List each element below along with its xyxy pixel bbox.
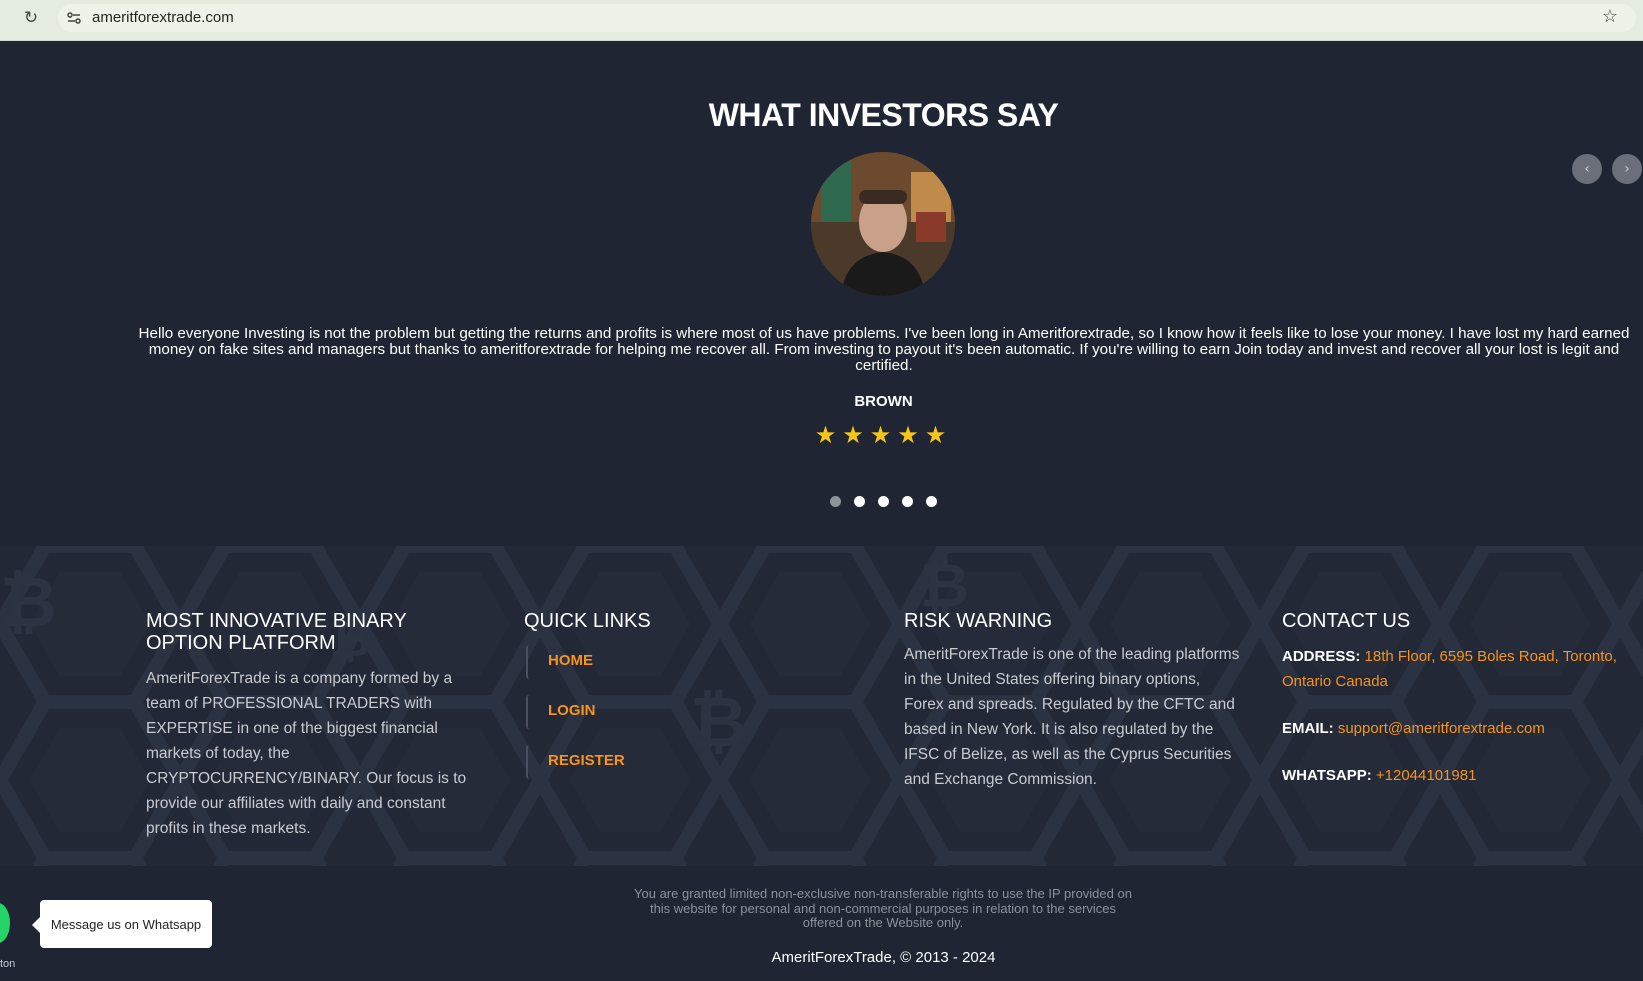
site-settings-icon[interactable] xyxy=(66,10,82,26)
reload-icon[interactable]: ↻ xyxy=(20,7,42,29)
carousel-prev-button[interactable]: ‹ xyxy=(1572,154,1602,184)
footer-link-home[interactable]: HOME xyxy=(526,645,824,679)
whatsapp-label: WHATSAPP: xyxy=(1282,767,1372,784)
footer-contact-column: CONTACT US ADDRESS: 18th Floor, 6595 Bol… xyxy=(1282,610,1632,788)
bookmark-star-icon[interactable]: ☆ xyxy=(1602,6,1618,27)
carousel-dot[interactable] xyxy=(926,496,937,507)
contact-address: ADDRESS: 18th Floor, 6595 Boles Road, To… xyxy=(1282,644,1632,694)
email-link[interactable]: support@ameritforextrade.com xyxy=(1338,720,1545,737)
email-label: EMAIL: xyxy=(1282,720,1334,737)
contact-whatsapp: WHATSAPP: +12044101981 xyxy=(1282,763,1632,788)
risk-heading: RISK WARNING xyxy=(904,610,1053,632)
footer-link-login[interactable]: LOGIN xyxy=(526,695,824,729)
quick-links-list: HOME LOGIN REGISTER xyxy=(524,645,824,779)
carousel-dot[interactable] xyxy=(902,496,913,507)
footer: ₿ ₿ ₿ ₿ MOST INNOVATIVE BINARY OPTION PL… xyxy=(0,546,1643,866)
about-text: AmeritForexTrade is a company formed by … xyxy=(146,670,467,837)
risk-text: AmeritForexTrade is one of the leading p… xyxy=(904,646,1240,788)
whatsapp-message-bubble[interactable]: Message us on Whatsapp xyxy=(32,900,212,948)
footer-risk-column: RISK WARNING AmeritForexTrade is one of … xyxy=(904,610,1244,792)
whatsapp-link[interactable]: +12044101981 xyxy=(1376,767,1477,784)
carousel-dot[interactable] xyxy=(830,496,841,507)
footer-bottom-bar: You are granted limited non-exclusive no… xyxy=(0,866,1643,981)
footer-link-register[interactable]: REGISTER xyxy=(526,745,824,779)
legal-disclaimer: You are granted limited non-exclusive no… xyxy=(634,886,1132,930)
quick-links-heading: QUICK LINKS xyxy=(524,610,651,632)
section-title: WHAT INVESTORS SAY xyxy=(708,97,1059,133)
testimonial-quote: Hello everyone Investing is not the prob… xyxy=(138,325,1630,374)
carousel-pagination xyxy=(0,496,1643,507)
investor-avatar xyxy=(811,152,955,296)
footer-about-column: MOST INNOVATIVE BINARY OPTION PLATFORM A… xyxy=(146,610,486,841)
address-bar[interactable]: ameritforextrade.com ☆ xyxy=(58,4,1636,32)
carousel-dot[interactable] xyxy=(878,496,889,507)
contact-heading: CONTACT US xyxy=(1282,610,1411,632)
address-label: ADDRESS: xyxy=(1282,648,1361,665)
carousel-next-button[interactable]: › xyxy=(1612,154,1642,184)
testimonial-author: BROWN xyxy=(854,393,913,410)
rating-stars: ★★★★★ xyxy=(814,421,953,449)
whatsapp-widget-caption: ton xyxy=(0,958,16,970)
about-heading: MOST INNOVATIVE BINARY OPTION PLATFORM xyxy=(146,610,407,654)
url-text[interactable]: ameritforextrade.com xyxy=(92,9,234,26)
footer-quick-links-column: QUICK LINKS HOME LOGIN REGISTER xyxy=(524,610,824,779)
copyright: AmeritForexTrade, © 2013 - 2024 xyxy=(771,949,996,966)
contact-email: EMAIL: support@ameritforextrade.com xyxy=(1282,716,1632,741)
carousel-dot[interactable] xyxy=(854,496,865,507)
testimonial-section: WHAT INVESTORS SAY ‹ › Hello everyone In… xyxy=(0,41,1643,546)
svg-text:₿: ₿ xyxy=(0,561,57,643)
browser-toolbar: ↻ ameritforextrade.com ☆ xyxy=(0,0,1643,41)
